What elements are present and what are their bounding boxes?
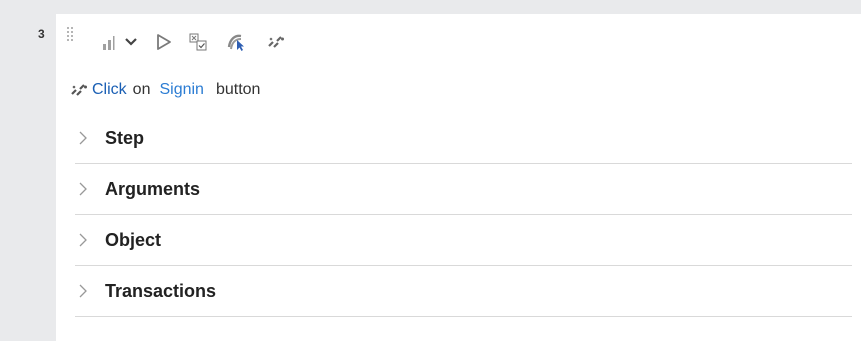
step-card: Click on Signin button Step Arguments Ob… [56, 14, 861, 341]
play-icon[interactable] [154, 30, 174, 54]
bar-chart-icon[interactable] [100, 30, 122, 54]
test-step-page: 3 Click on Signin button Step Arguments … [0, 0, 861, 341]
step-toolbar [100, 30, 286, 54]
chevron-right-icon [79, 284, 91, 298]
step-number: 3 [38, 27, 45, 41]
chevron-right-icon [79, 233, 91, 247]
section-label: Step [105, 127, 145, 148]
section-label: Object [105, 229, 162, 250]
action-link-icon[interactable] [266, 30, 286, 54]
section-transactions[interactable]: Transactions [75, 266, 852, 317]
section-label: Arguments [105, 178, 201, 199]
drag-handle-icon[interactable] [67, 27, 73, 45]
section-step[interactable]: Step [75, 113, 852, 164]
section-arguments[interactable]: Arguments [75, 164, 852, 215]
action-link-icon [70, 83, 88, 97]
chevron-right-icon [79, 131, 91, 145]
section-label: Transactions [105, 280, 217, 301]
action-verb: Click [92, 81, 127, 98]
cursor-highlight-icon[interactable] [226, 30, 248, 54]
section-object[interactable]: Object [75, 215, 852, 266]
action-preposition: on [132, 81, 151, 98]
object-type: button [215, 81, 261, 98]
action-description: Click on Signin button [70, 80, 260, 100]
chevron-right-icon [79, 182, 91, 196]
chevron-down-icon[interactable] [122, 30, 140, 54]
checkbox-list-icon[interactable] [188, 30, 208, 54]
target-object-link[interactable]: Signin [159, 80, 203, 100]
